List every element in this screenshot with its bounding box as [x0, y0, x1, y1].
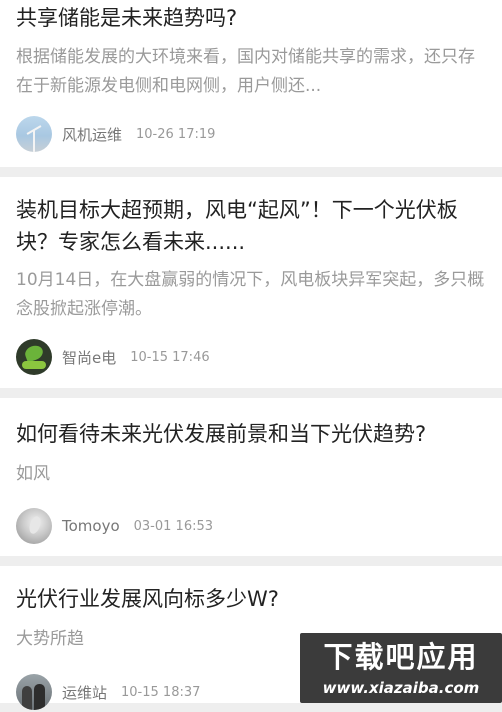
article-card[interactable]: 装机目标大超预期，风电“起风”！下一个光伏板块？专家怎么看未来...... 10… [0, 177, 502, 388]
article-summary: 如风 [16, 464, 50, 484]
article-card[interactable]: 共享储能是未来趋势吗? 根据储能发展的大环境来看，国内对储能共享的需求，还只存在… [0, 0, 502, 167]
article-summary: 10月14日，在大盘赢弱的情况下，风电板块异军突起，多只概念股掀起涨停潮。 [16, 270, 485, 319]
article-title[interactable]: 装机目标大超预期，风电“起风”！下一个光伏板块？专家怎么看未来...... [16, 177, 486, 258]
logo-base-shape [22, 361, 46, 369]
article-meta: Tomoyo 03-01 16:53 [16, 506, 213, 546]
article-title[interactable]: 如何看待未来光伏发展前景和当下光伏趋势? [16, 398, 486, 450]
article-meta: 运维站 10-15 18:37 [16, 672, 200, 712]
leaf-logo-icon [23, 343, 45, 363]
article-summary: 根据储能发展的大环境来看，国内对储能共享的需求，还只存在于新能源发电侧和电网侧，… [16, 47, 475, 96]
avatar[interactable] [16, 674, 52, 710]
watermark-url: www.xiazaiba.com [322, 679, 480, 697]
publish-time: 10-15 18:37 [121, 684, 201, 700]
article-meta: 风机运维 10-26 17:19 [16, 114, 215, 154]
article-title[interactable]: 光伏行业发展风向标多少W? [16, 566, 486, 615]
publish-time: 10-15 17:46 [130, 349, 210, 365]
avatar[interactable] [16, 508, 52, 544]
author-name[interactable]: 运维站 [62, 682, 107, 703]
publish-time: 03-01 16:53 [133, 518, 214, 534]
article-meta: 智尚e电 10-15 17:46 [16, 337, 210, 377]
author-name[interactable]: Tomoyo [62, 517, 120, 535]
watermark-logo-text: 下载吧应用 [323, 640, 479, 674]
publish-time: 10-26 17:19 [136, 126, 216, 142]
person-silhouette-icon [22, 686, 32, 710]
author-name[interactable]: 风机运维 [62, 124, 122, 145]
article-title[interactable]: 共享储能是未来趋势吗? [16, 0, 486, 34]
site-watermark: 下载吧应用 www.xiazaiba.com [300, 633, 502, 703]
wind-turbine-icon [33, 130, 35, 152]
person-silhouette-icon [34, 684, 45, 710]
author-name[interactable]: 智尚e电 [62, 347, 116, 368]
avatar[interactable] [16, 116, 52, 152]
article-card[interactable]: 如何看待未来光伏发展前景和当下光伏趋势? 如风 Tomoyo 03-01 16:… [0, 398, 502, 556]
avatar[interactable] [16, 339, 52, 375]
photo-subject-shape [27, 514, 43, 536]
